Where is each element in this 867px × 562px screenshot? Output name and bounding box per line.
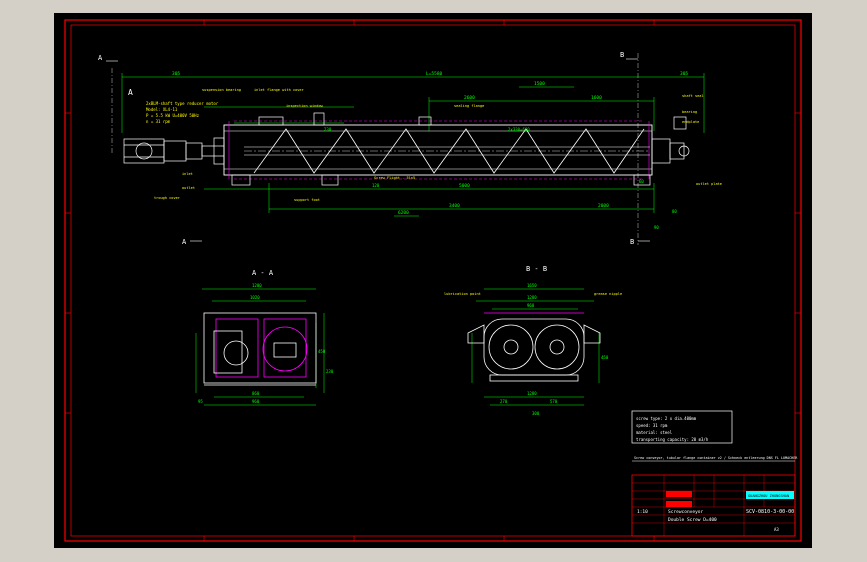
aa-dim-low: 960 (252, 399, 260, 404)
label-support-leg: support foot (294, 198, 320, 202)
dim-d-120: 120 (372, 183, 380, 188)
bb-label-right: grease nipple (594, 292, 622, 296)
dim-pitch: 2x330=660 (508, 127, 530, 132)
dim-d-60: 60 (639, 179, 644, 184)
label-motor-spec1: Model: XL4-11 (146, 107, 178, 112)
note-line-4: transporting capacity: 20 m3/h (636, 437, 709, 442)
label-suspension: suspension bearing (202, 88, 241, 92)
frame-ticks (65, 20, 801, 541)
label-outlet-plate: outlet plate (696, 182, 722, 186)
label-screw-flight: Screw Flight - 5ln5 (374, 176, 415, 180)
dim-d-230: 230 (324, 127, 332, 132)
label-cover: inlet flange with cover (254, 88, 305, 92)
support-foot-mid (321, 174, 339, 186)
title-header: Screw conveyor, tubular flange container… (634, 456, 798, 460)
label-detail-a: A (128, 88, 133, 97)
bottom-dimensions (204, 183, 655, 217)
title-format: A3 (774, 527, 779, 532)
dim-d-90: 90 (654, 225, 659, 230)
dim-span-1500: 1500 (534, 81, 545, 87)
label-outlet: outlet (182, 186, 195, 190)
bb-dim-bot: 1280 (527, 391, 537, 396)
dim-span-2000: 2000 (598, 203, 609, 209)
aa-dim-top: 1200 (252, 283, 262, 288)
dim-d-80: 80 (672, 209, 677, 214)
label-endplate: endplate (682, 120, 699, 124)
dim-span-2600: 2600 (464, 95, 475, 101)
bb-dim-c: 300 (532, 411, 540, 416)
label-inspection: inspection window (286, 104, 324, 108)
label-motor-spec2: P = 5.5 kW U=400V 50Hz (146, 113, 200, 118)
label-motor-spec3: n = 31 rpm (146, 119, 171, 124)
bb-label-left: lubrication point (444, 292, 481, 296)
label-motor: 2xBLM-shaft type reducer motor (146, 101, 219, 106)
dim-d-left: 305 (172, 71, 180, 77)
dim-span-5000: 5000 (459, 183, 470, 189)
label-sealing: sealing flange (454, 104, 484, 108)
bb-view: B - B 1650 1280 960 1280 270 570 450 300… (444, 265, 622, 416)
bb-dim-s1: 270 (500, 399, 508, 404)
aa-dim-h2: 230 (326, 369, 334, 374)
bb-dim-h: 450 (601, 355, 609, 360)
note-line-1: screw type: 2 x dia.400mm (636, 416, 697, 421)
cad-drawing: A A B B L=5580 305 305 1500 1600 2600 A … (64, 19, 802, 542)
section-markers: A A B B (98, 51, 650, 246)
dim-span-1600: 1600 (591, 95, 602, 101)
title-drawing-no: SCV-0810-3-00-00 (746, 509, 794, 515)
bb-title: B - B (526, 265, 547, 273)
technical-notes: screw type: 2 x dia.400mm speed: 31 rpm … (631, 410, 733, 444)
dim-span-6200: 6200 (398, 210, 409, 216)
cad-drawing-canvas[interactable]: A A B B L=5580 305 305 1500 1600 2600 A … (54, 13, 812, 548)
support-foot-left (231, 174, 251, 186)
section-a-top: A (98, 54, 103, 62)
outer-frame (64, 19, 802, 542)
note-line-3: material: steel (636, 430, 673, 435)
aa-dim-mid: 1020 (250, 295, 260, 300)
label-inlet: inlet (182, 172, 193, 176)
section-a-bottom: A (182, 238, 187, 246)
bb-dim-mid: 1280 (527, 295, 537, 300)
bb-dim-s2: 570 (550, 399, 558, 404)
title-scale: 1:10 (637, 509, 648, 515)
main-view: L=5580 305 305 1500 1600 2600 A 2xBLM-sh… (121, 71, 722, 230)
label-shaft-seal: shaft seal (682, 94, 704, 98)
title-company: GUANGZHOU ZHONGSHAN (748, 494, 789, 498)
aa-dim-h1: 450 (318, 349, 326, 354)
label-cont-plate: trough cover (154, 196, 181, 200)
section-b-top: B (620, 51, 624, 59)
note-line-2: speed: 31 rpm (636, 423, 668, 428)
aa-view: A - A 1200 1020 860 960 450 230 95 (195, 269, 334, 406)
title-line-1: Screwconveyor (668, 509, 704, 515)
aa-title: A - A (252, 269, 274, 277)
label-bearing: bearing (682, 110, 697, 114)
screw-flight (244, 128, 650, 174)
section-b-bottom: B (630, 238, 634, 246)
dim-d-right: 305 (680, 71, 688, 77)
bb-dim-in: 960 (527, 303, 535, 308)
title-line-2: Double Screw D=400 (668, 517, 717, 523)
dim-span-3400: 3400 (449, 203, 460, 209)
drive-unit (123, 137, 225, 165)
aa-dim-bot: 860 (252, 391, 260, 396)
title-block: Screw conveyor, tubular flange container… (631, 456, 798, 537)
aa-dim-s: 95 (198, 399, 203, 404)
bb-dim-top: 1650 (527, 283, 537, 288)
dim-overall: L=5580 (426, 71, 443, 77)
